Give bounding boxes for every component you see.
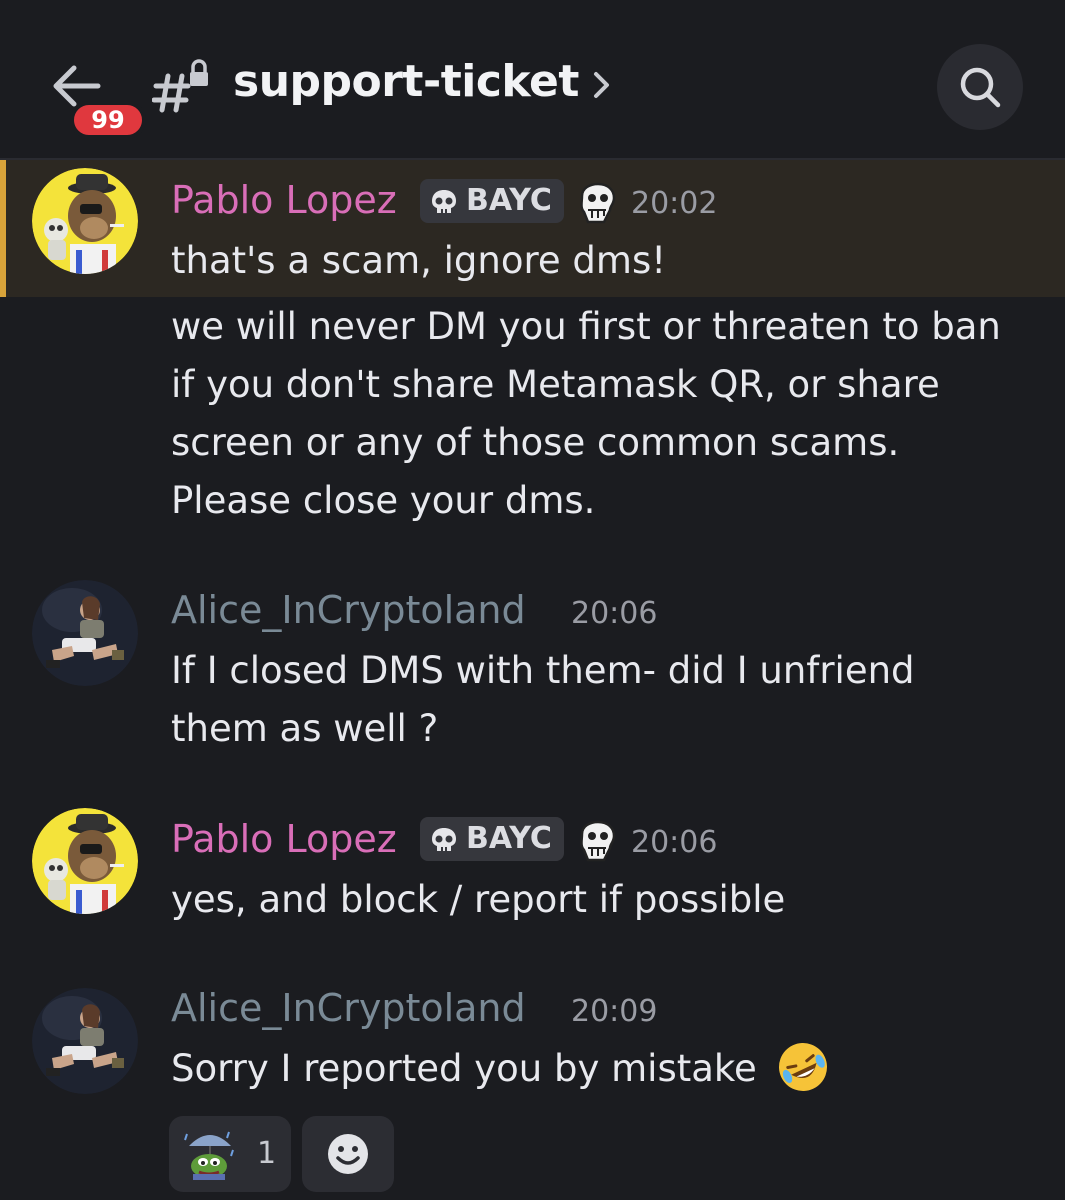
message-text: we will never DM you first or threaten t… bbox=[171, 305, 1001, 348]
rofl-emoji-icon bbox=[778, 1042, 827, 1091]
message-timestamp: 20:06 bbox=[571, 596, 658, 631]
search-button[interactable] bbox=[937, 44, 1023, 130]
user-photo-avatar-icon bbox=[32, 580, 138, 686]
role-tag[interactable]: BAYC bbox=[420, 179, 564, 223]
message-timestamp: 20:09 bbox=[571, 994, 658, 1029]
avatar[interactable] bbox=[32, 808, 138, 914]
smiley-add-reaction-icon bbox=[328, 1134, 368, 1174]
locked-channel-hash-icon bbox=[152, 59, 208, 113]
pepe-umbrella-emoji-icon bbox=[184, 1131, 234, 1180]
avatar[interactable] bbox=[32, 580, 138, 686]
message-text: Please close your dms. bbox=[171, 479, 596, 522]
ape-avatar-icon bbox=[32, 168, 138, 274]
message-text: screen or any of those common scams. bbox=[171, 421, 900, 464]
ape-skull-badge-icon bbox=[580, 820, 616, 862]
channel-title[interactable]: support-ticket bbox=[233, 56, 579, 107]
avatar[interactable] bbox=[32, 168, 138, 274]
message-author[interactable]: Alice_InCryptoland bbox=[171, 986, 526, 1030]
add-reaction-button[interactable] bbox=[302, 1116, 394, 1192]
avatar[interactable] bbox=[32, 988, 138, 1094]
unread-badge: 99 bbox=[70, 101, 146, 139]
role-tag-label: BAYC bbox=[466, 821, 552, 856]
message-author[interactable]: Pablo Lopez bbox=[171, 817, 397, 861]
skull-icon bbox=[432, 190, 456, 213]
ape-avatar-icon bbox=[32, 808, 138, 914]
message-text-row: Sorry I reported you by mistake bbox=[171, 1040, 831, 1099]
message-text: if you don't share Metamask QR, or share bbox=[171, 363, 940, 406]
channel-header: 99 support-ticket bbox=[0, 0, 1065, 158]
message-text: that's a scam, ignore dms! bbox=[171, 239, 667, 282]
message-text: If I closed DMS with them- did I unfrien… bbox=[171, 649, 915, 692]
ape-skull-badge-icon bbox=[580, 182, 616, 224]
role-tag-label: BAYC bbox=[466, 183, 552, 218]
search-icon bbox=[960, 67, 1001, 108]
user-photo-avatar-icon bbox=[32, 988, 138, 1094]
chevron-right-icon[interactable] bbox=[592, 70, 612, 100]
mention-indicator-bar bbox=[0, 160, 6, 297]
message-author[interactable]: Alice_InCryptoland bbox=[171, 588, 526, 632]
message-timestamp: 20:06 bbox=[631, 825, 718, 860]
reaction-pill[interactable]: 1 bbox=[169, 1116, 291, 1192]
message-text: Sorry I reported you by mistake bbox=[171, 1047, 757, 1090]
message-text: them as well ? bbox=[171, 707, 439, 750]
message-timestamp: 20:02 bbox=[631, 186, 718, 221]
role-tag[interactable]: BAYC bbox=[420, 817, 564, 861]
skull-icon bbox=[432, 828, 456, 851]
message-author[interactable]: Pablo Lopez bbox=[171, 178, 397, 222]
reaction-count: 1 bbox=[257, 1136, 277, 1171]
message-text: yes, and block / report if possible bbox=[171, 878, 786, 921]
